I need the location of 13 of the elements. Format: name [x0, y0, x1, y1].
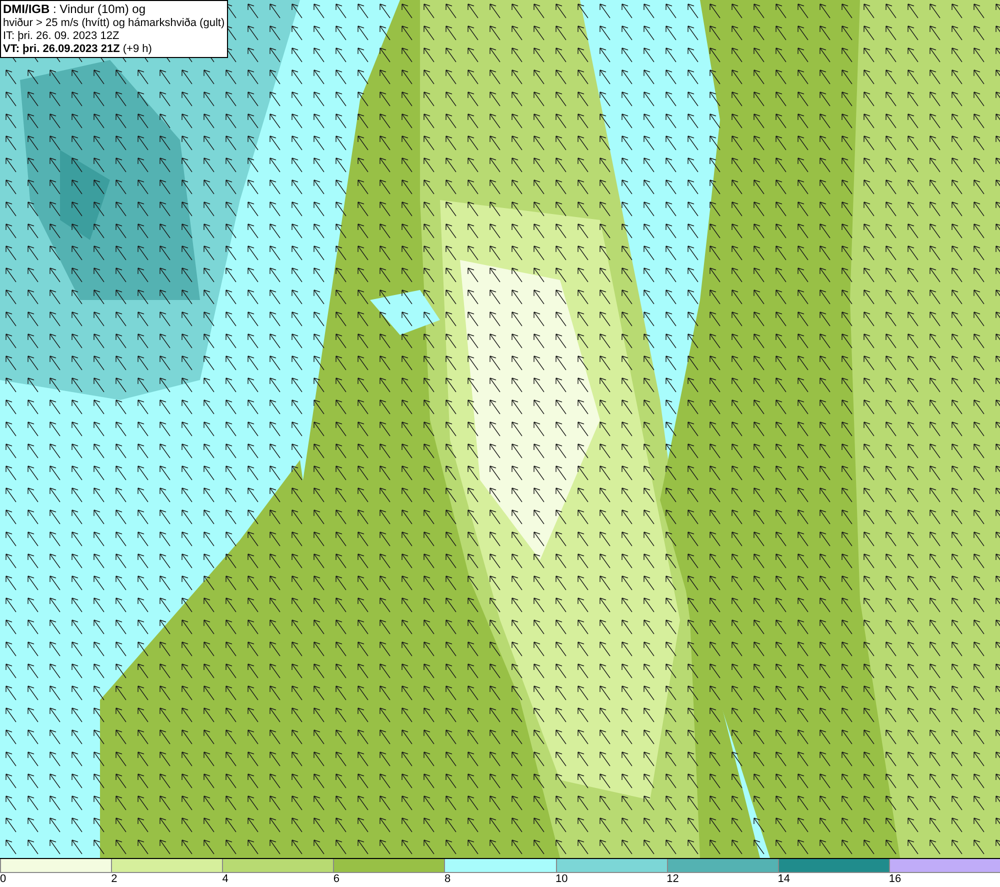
legend-label: 14 [778, 873, 790, 886]
legend-label: 10 [556, 873, 568, 886]
legend-label: 16 [888, 873, 902, 886]
title-line: DMI/IGB : Vindur (10m) og [3, 2, 146, 17]
legend-label: 0 [0, 873, 6, 886]
legend-label: 12 [666, 873, 679, 886]
legend-label: 2 [111, 873, 118, 886]
legend-label: 6 [333, 873, 340, 886]
legend-label: 4 [222, 873, 228, 886]
legend-label: 8 [444, 873, 451, 886]
title-line: IT: þri. 26. 09. 2023 12Z [3, 30, 120, 43]
title-line: VT: þri. 26.09.2023 21Z (+9 h) [3, 43, 153, 56]
title-line: hviður > 25 m/s (hvítt) og hámarkshviða (gult) [3, 17, 225, 30]
